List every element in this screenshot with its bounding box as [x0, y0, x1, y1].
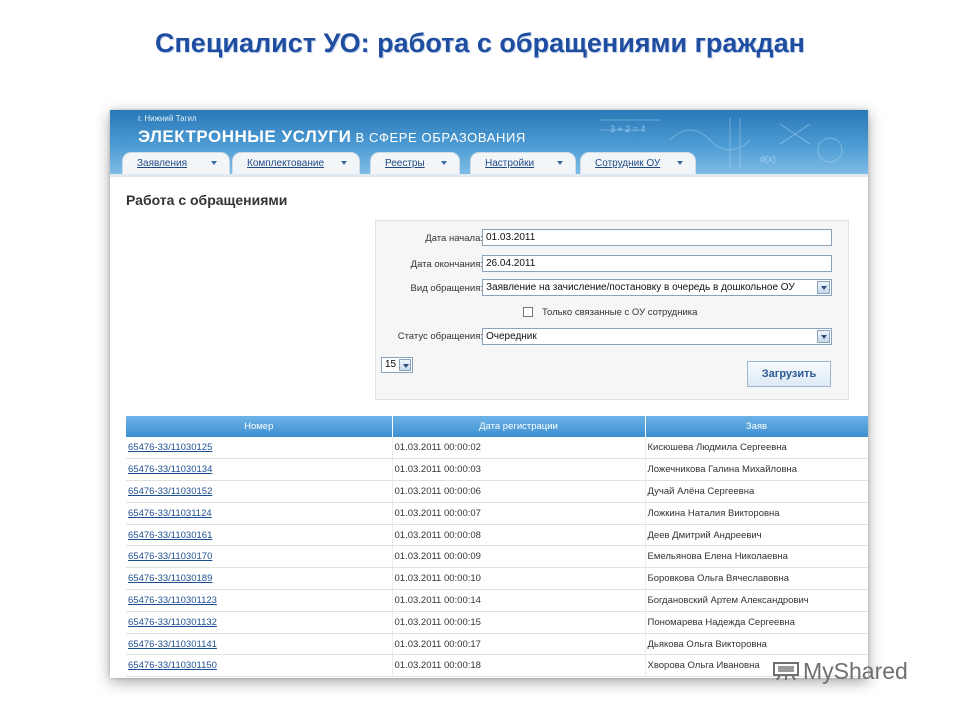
tab-sotrudnik-ou[interactable]: Сотрудник ОУ [580, 152, 696, 174]
city-label: г. Нижний Тагил [138, 114, 197, 123]
tab-komplektovanie[interactable]: Комплектование [232, 152, 360, 174]
reg-date-cell: 01.03.2011 00:00:02 [392, 437, 646, 460]
table-row: 65476-33/11030125 01.03.2011 00:00:02 Кисю… [126, 437, 868, 460]
reg-date-cell: 01.03.2011 00:00:10 [392, 567, 646, 591]
reg-date-cell: 01.03.2011 00:00:17 [392, 633, 646, 656]
site-header: 3 + 2 = 4 d(x) г. Нижний Тагил ЭЛЕКТРОНН… [110, 110, 868, 174]
table-header-row: Номер Дата регистрации Заяв [126, 416, 868, 437]
request-number-link[interactable]: 65476-33/110301150 [128, 660, 217, 671]
request-type-select[interactable]: Заявление на зачисление/постановку в оче… [482, 279, 832, 296]
tab-zayavleniya[interactable]: Заявления [122, 152, 230, 174]
table-row: 65476-33/110301150 01.03.2011 00:00:18 Хво… [126, 654, 868, 678]
svg-text:d(x): d(x) [760, 154, 776, 164]
request-number-link[interactable]: 65476-33/11030161 [128, 530, 212, 541]
end-date-label: Дата окончания: [410, 259, 483, 270]
applicant-cell: Ложечникова Галина Михайловна [645, 458, 868, 482]
tab-reestry[interactable]: Реестры [370, 152, 460, 174]
column-header-number[interactable]: Номер [126, 416, 393, 437]
table-row: 65476-33/11030189 01.03.2011 00:00:10 Боро… [126, 567, 868, 591]
table-row: 65476-33/110301123 01.03.2011 00:00:14 Бог… [126, 589, 868, 612]
request-number-link[interactable]: 65476-33/110301123 [128, 595, 217, 606]
column-header-applicant[interactable]: Заяв [645, 416, 868, 437]
filter-panel: Дата начала: 01.03.2011 Дата окончания: … [375, 220, 849, 400]
dropdown-arrow-icon [817, 330, 830, 343]
applicant-cell: Боровкова Ольга Вячеславовна [645, 567, 868, 591]
request-number-link[interactable]: 65476-33/11030134 [128, 464, 212, 475]
chevron-down-icon [557, 161, 563, 165]
requests-table: Номер Дата регистрации Заяв 65476-33/110… [126, 416, 868, 678]
dropdown-arrow-icon [817, 281, 830, 294]
applicant-cell: Ложкина Наталия Викторовна [645, 502, 868, 525]
table-row: 65476-33/11030161 01.03.2011 00:00:08 Деев… [126, 524, 868, 547]
applicant-cell: Кисюшева Людмила Сергеевна [645, 437, 868, 460]
status-select[interactable]: Очередник [482, 328, 832, 345]
tab-nastroyki[interactable]: Настройки [470, 152, 576, 174]
request-number-link[interactable]: 65476-33/110301132 [128, 617, 217, 628]
watermark: MyShared [772, 658, 908, 685]
applicant-cell: Деев Дмитрий Андреевич [645, 524, 868, 547]
start-date-field[interactable]: 01.03.2011 [482, 229, 832, 246]
request-number-link[interactable]: 65476-33/11030170 [128, 551, 212, 562]
applicant-cell: Богдановский Артем Александрович [645, 589, 868, 612]
reg-date-cell: 01.03.2011 00:00:03 [392, 458, 646, 482]
chevron-down-icon [441, 161, 447, 165]
table-row: 65476-33/11030170 01.03.2011 00:00:09 Емел… [126, 545, 868, 569]
only-related-checkbox[interactable] [523, 307, 533, 317]
brand-main: ЭЛЕКТРОННЫЕ УСЛУГИ [138, 127, 352, 146]
table-row: 65476-33/11030134 01.03.2011 00:00:03 Ложе… [126, 458, 868, 482]
request-number-link[interactable]: 65476-33/11030189 [128, 573, 212, 584]
reg-date-cell: 01.03.2011 00:00:07 [392, 502, 646, 525]
site-brand: ЭЛЕКТРОННЫЕ УСЛУГИ В СФЕРЕ ОБРАЗОВАНИЯ [138, 127, 526, 147]
applicant-cell: Пономарева Надежда Сергеевна [645, 611, 868, 634]
reg-date-cell: 01.03.2011 00:00:15 [392, 611, 646, 634]
chevron-down-icon [211, 161, 217, 165]
request-number-link[interactable]: 65476-33/11030125 [128, 442, 212, 453]
applicant-cell: Емельянова Елена Николаевна [645, 545, 868, 569]
applicant-cell: Дучай Алёна Сергеевна [645, 480, 868, 503]
status-label: Статус обращения: [397, 331, 483, 342]
chevron-down-icon [341, 161, 347, 165]
table-row: 65476-33/110301141 01.03.2011 00:00:17 Дья… [126, 633, 868, 656]
svg-text:3 + 2 = 4: 3 + 2 = 4 [610, 124, 646, 134]
reg-date-cell: 01.03.2011 00:00:09 [392, 545, 646, 569]
column-header-reg-date[interactable]: Дата регистрации [392, 416, 646, 437]
chevron-down-icon [677, 161, 683, 165]
slide-title: Специалист УО: работа с обращениями граж… [155, 28, 805, 58]
request-type-label: Вид обращения: [410, 283, 483, 294]
end-date-field[interactable]: 26.04.2011 [482, 255, 832, 272]
reg-date-cell: 01.03.2011 00:00:08 [392, 524, 646, 547]
brand-sub: В СФЕРЕ ОБРАЗОВАНИЯ [351, 130, 526, 145]
start-date-label: Дата начала: [425, 233, 483, 244]
request-number-link[interactable]: 65476-33/11030152 [128, 486, 212, 497]
app-screenshot: 3 + 2 = 4 d(x) г. Нижний Тагил ЭЛЕКТРОНН… [110, 110, 868, 678]
table-row: 65476-33/110301132 01.03.2011 00:00:15 Пон… [126, 611, 868, 634]
load-button[interactable]: Загрузить [747, 361, 831, 387]
table-row: 65476-33/11031124 01.03.2011 00:00:07 Ложк… [126, 502, 868, 525]
presentation-board-icon [773, 662, 799, 681]
applicant-cell: Дьякова Ольга Викторовна [645, 633, 868, 656]
dropdown-arrow-icon [399, 359, 411, 371]
reg-date-cell: 01.03.2011 00:00:18 [392, 654, 646, 678]
watermark-text: MyShared [803, 658, 908, 684]
request-number-link[interactable]: 65476-33/110301141 [128, 639, 217, 650]
header-divider [110, 174, 868, 177]
only-related-label: Только связанные с ОУ сотрудника [542, 307, 698, 318]
request-number-link[interactable]: 65476-33/11031124 [128, 508, 212, 519]
page-size-select[interactable]: 15 [381, 357, 413, 373]
reg-date-cell: 01.03.2011 00:00:06 [392, 480, 646, 503]
table-row: 65476-33/11030152 01.03.2011 00:00:06 Дуча… [126, 480, 868, 503]
page-title: Работа с обращениями [126, 192, 288, 208]
reg-date-cell: 01.03.2011 00:00:14 [392, 589, 646, 612]
